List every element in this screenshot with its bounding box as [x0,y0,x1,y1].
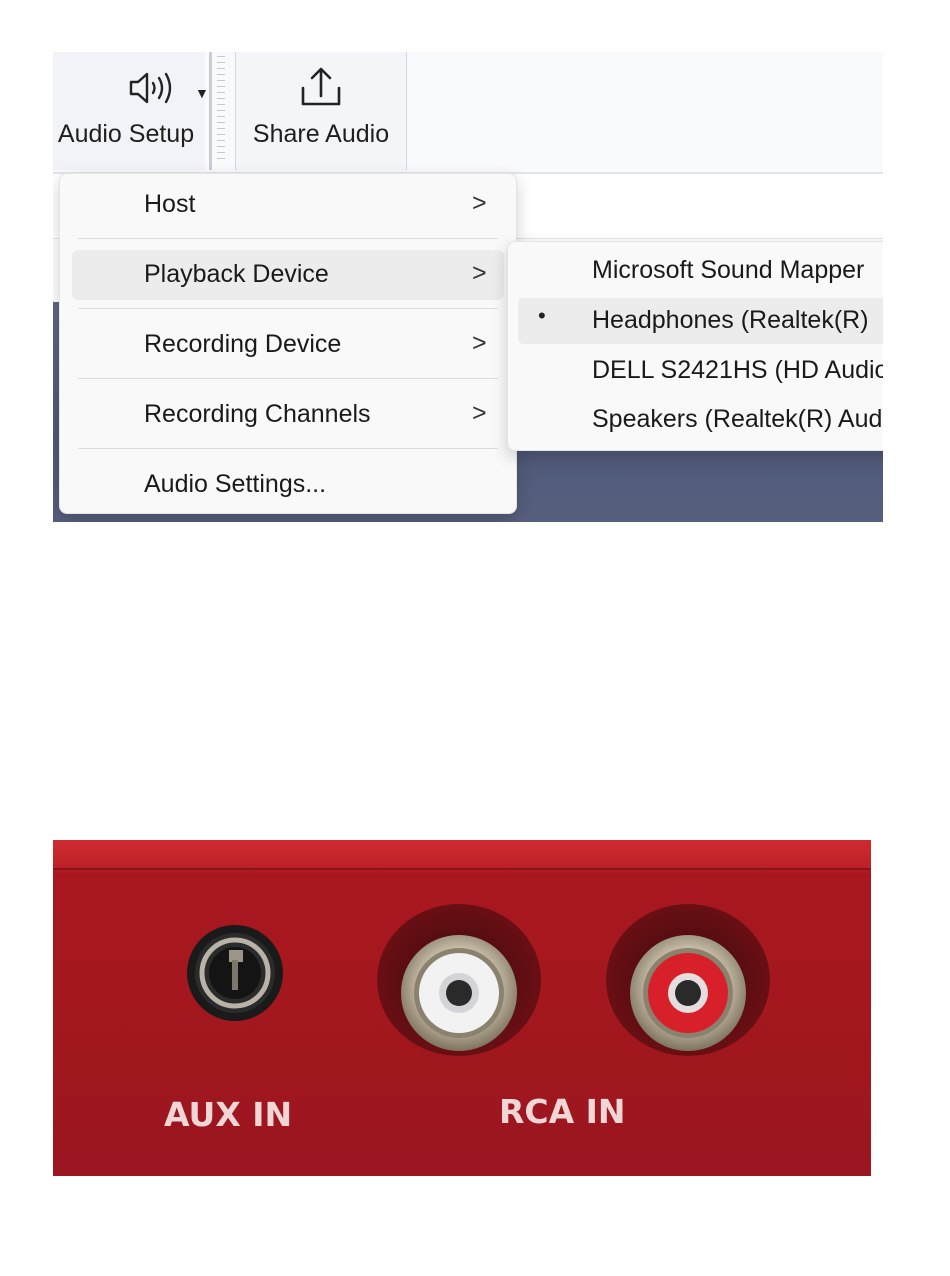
device-option-label: Speakers (Realtek(R) Aud [592,405,883,433]
separator-grip[interactable] [217,56,225,164]
aux-in-label: AUX IN [164,1095,293,1134]
menu-item-recording-device[interactable]: Recording Device > [72,320,504,370]
speaker-icon [129,72,172,104]
menu-item-label: Recording Channels [144,400,371,428]
menu-item-audio-settings[interactable]: Audio Settings... [72,460,504,510]
menu-divider [78,238,498,239]
toolbar-separator [205,52,233,170]
menu-item-playback-device[interactable]: Playback Device > [72,250,504,300]
device-option-speakers[interactable]: Speakers (Realtek(R) Aud [518,397,883,443]
menu-item-recording-channels[interactable]: Recording Channels > [72,390,504,440]
audio-setup-button[interactable]: ▼ Audio Setup [53,52,209,170]
separator-bar [209,52,212,170]
menu-item-label: Host [144,190,196,218]
selected-bullet-icon: • [538,303,546,328]
chevron-right-icon: > [472,189,487,217]
share-upload-icon [301,67,341,106]
audio-setup-label: Audio Setup [57,120,195,148]
playback-device-submenu: Microsoft Sound Mapper • Headphones (Rea… [507,241,883,451]
device-option-microsoft-sound-mapper[interactable]: Microsoft Sound Mapper [518,248,883,294]
share-audio-label: Share Audio [252,120,390,148]
rca-red-jack-icon [606,904,770,1056]
menu-item-label: Recording Device [144,330,342,358]
share-audio-button[interactable]: Share Audio [235,52,407,170]
device-option-label: Headphones (Realtek(R) [592,306,869,334]
menu-item-label: Audio Settings... [144,470,327,498]
audio-menu-screenshot: ▼ Audio Setup Share Audio Host > Playbac… [53,52,883,522]
menu-divider [78,378,498,379]
audio-setup-menu: Host > Playback Device > Recording Devic… [59,173,517,514]
audio-input-panel-photo: AUX IN RCA IN [53,840,871,1176]
menu-item-label: Playback Device [144,260,329,288]
rca-in-label: RCA IN [499,1092,626,1131]
toolbar-ribbon: ▼ Audio Setup Share Audio [53,52,883,174]
menu-divider [78,308,498,309]
aux-jack-icon [187,925,283,1021]
rca-white-jack-icon [377,904,541,1056]
device-option-headphones[interactable]: • Headphones (Realtek(R) [518,298,883,344]
chevron-right-icon: > [472,329,487,357]
chevron-right-icon: > [472,399,487,427]
menu-item-host[interactable]: Host > [72,180,504,230]
chevron-right-icon: > [472,259,487,287]
menu-divider [78,448,498,449]
device-option-label: Microsoft Sound Mapper [592,256,865,284]
device-option-label: DELL S2421HS (HD Audio [592,356,883,384]
device-option-dell-monitor[interactable]: DELL S2421HS (HD Audio [518,348,883,394]
